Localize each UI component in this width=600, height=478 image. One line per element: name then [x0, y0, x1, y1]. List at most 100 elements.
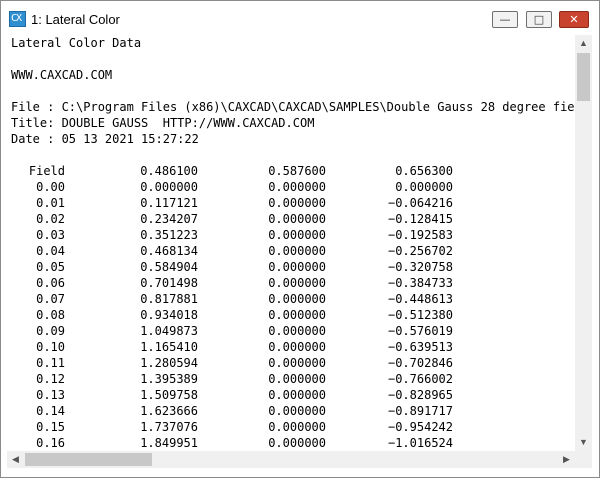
table-cell: 0.15: [36, 420, 65, 434]
scroll-left-icon[interactable]: ◀: [7, 451, 24, 468]
table-cell: −0.702846: [387, 356, 453, 370]
table-cell: 0.000000: [268, 260, 326, 274]
table-cell: 0.000000: [268, 228, 326, 242]
report-date: Date : 05 13 2021 15:27:22: [11, 132, 199, 146]
horizontal-scroll-thumb[interactable]: [25, 453, 152, 466]
table-cell: 0.00: [36, 180, 65, 194]
table-row: 0.03 0.351223 0.000000 −0.192583: [7, 227, 567, 243]
report-title: Title: DOUBLE GAUSS HTTP://WWW.CAXCAD.CO…: [11, 116, 315, 130]
table-cell: −0.891717: [387, 404, 453, 418]
table-cell: 0.468134: [140, 244, 198, 258]
table-cell: 1.280594: [140, 356, 198, 370]
table-row: 0.13 1.509758 0.000000 −0.828965: [7, 387, 567, 403]
table-cell: 1.849951: [140, 436, 198, 450]
table-cell: 0.000000: [268, 420, 326, 434]
table-cell: 0.000000: [268, 244, 326, 258]
vertical-scrollbar[interactable]: ▲ ▼: [575, 35, 592, 451]
table-cell: −0.576019: [387, 324, 453, 338]
table-cell: 1.737076: [140, 420, 198, 434]
table-row: 0.00 0.000000 0.000000 0.000000: [7, 179, 567, 195]
table-cell: 0.000000: [268, 356, 326, 370]
table-cell: 0.584904: [140, 260, 198, 274]
table-cell: 0.01: [36, 196, 65, 210]
window-title: 1: Lateral Color: [31, 12, 120, 27]
scroll-down-icon[interactable]: ▼: [575, 434, 592, 451]
minimize-icon: —: [499, 13, 511, 26]
table-cell: 0.000000: [268, 276, 326, 290]
table-header-cell: Field: [28, 164, 65, 178]
app-icon[interactable]: CX: [9, 11, 26, 27]
table-cell: 0.12: [36, 372, 65, 386]
table-cell: 0.000000: [268, 388, 326, 402]
table-header-cell: 0.587600: [268, 164, 326, 178]
table-cell: −0.448613: [387, 292, 453, 306]
table-cell: 0.934018: [140, 308, 198, 322]
vertical-scroll-thumb[interactable]: [577, 53, 590, 101]
table-cell: 0.08: [36, 308, 65, 322]
horizontal-scrollbar[interactable]: ◀ ▶: [7, 451, 575, 468]
table-cell: 0.03: [36, 228, 65, 242]
table-cell: 0.16: [36, 436, 65, 450]
table-row: 0.15 1.737076 0.000000 −0.954242: [7, 419, 567, 435]
report-file-path: File : C:\Program Files (x86)\CAXCAD\CAX…: [11, 100, 574, 114]
table-header-row: Field 0.486100 0.587600 0.656300: [7, 163, 567, 179]
scroll-up-icon[interactable]: ▲: [575, 35, 592, 52]
table-cell: 0.817881: [140, 292, 198, 306]
table-row: 0.02 0.234207 0.000000 −0.128415: [7, 211, 567, 227]
table-header-cell: 0.486100: [140, 164, 198, 178]
table-cell: 0.000000: [268, 436, 326, 450]
table-cell: 0.000000: [268, 212, 326, 226]
maximize-icon: □: [533, 13, 545, 26]
table-cell: 1.049873: [140, 324, 198, 338]
table-cell: 0.000000: [268, 292, 326, 306]
table-cell: 0.117121: [140, 196, 198, 210]
report-text-area[interactable]: Lateral Color Data WWW.CAXCAD.COM File :…: [7, 35, 574, 451]
table-cell: 0.06: [36, 276, 65, 290]
report-website: WWW.CAXCAD.COM: [11, 68, 113, 82]
table-cell: 0.02: [36, 212, 65, 226]
table-cell: −0.256702: [387, 244, 453, 258]
table-row: 0.04 0.468134 0.000000 −0.256702: [7, 243, 567, 259]
table-cell: −0.766002: [387, 372, 453, 386]
maximize-button[interactable]: □: [526, 11, 552, 28]
table-cell: 0.000000: [268, 196, 326, 210]
table-row: 0.16 1.849951 0.000000 −1.016524: [7, 435, 567, 451]
table-row: 0.10 1.165410 0.000000 −0.639513: [7, 339, 567, 355]
table-row: 0.09 1.049873 0.000000 −0.576019: [7, 323, 567, 339]
table-cell: 0.13: [36, 388, 65, 402]
table-cell: 0.000000: [268, 324, 326, 338]
scroll-right-icon[interactable]: ▶: [558, 451, 575, 468]
table-cell: 0.234207: [140, 212, 198, 226]
table-cell: 0.09: [36, 324, 65, 338]
table-cell: −0.192583: [387, 228, 453, 242]
table-header-cell: 0.656300: [395, 164, 453, 178]
table-row: 0.01 0.117121 0.000000 −0.064216: [7, 195, 567, 211]
table-cell: 0.04: [36, 244, 65, 258]
table-row: 0.06 0.701498 0.000000 −0.384733: [7, 275, 567, 291]
table-cell: 0.11: [36, 356, 65, 370]
table-cell: 0.000000: [268, 372, 326, 386]
scrollbar-corner: [575, 451, 592, 468]
table-cell: 0.000000: [268, 404, 326, 418]
minimize-button[interactable]: —: [492, 11, 518, 28]
app-icon-label: CX: [11, 13, 22, 24]
report-heading: Lateral Color Data: [11, 36, 142, 50]
close-icon: ✕: [569, 13, 579, 26]
table-cell: 0.10: [36, 340, 65, 354]
table-cell: −0.954242: [387, 420, 453, 434]
table-cell: −0.512380: [387, 308, 453, 322]
table-cell: 1.165410: [140, 340, 198, 354]
table-cell: 0.000000: [395, 180, 453, 194]
title-bar[interactable]: CX 1: Lateral Color — □ ✕: [1, 1, 599, 35]
table-cell: −1.016524: [387, 436, 453, 450]
table-cell: 0.14: [36, 404, 65, 418]
table-row: 0.07 0.817881 0.000000 −0.448613: [7, 291, 567, 307]
lateral-color-window: CX 1: Lateral Color — □ ✕ Lateral Color …: [0, 0, 600, 478]
close-button[interactable]: ✕: [559, 11, 589, 28]
table-cell: 0.000000: [268, 308, 326, 322]
table-cell: 0.000000: [140, 180, 198, 194]
table-cell: 0.000000: [268, 180, 326, 194]
table-cell: 0.05: [36, 260, 65, 274]
table-cell: 0.000000: [268, 340, 326, 354]
table-row: 0.08 0.934018 0.000000 −0.512380: [7, 307, 567, 323]
